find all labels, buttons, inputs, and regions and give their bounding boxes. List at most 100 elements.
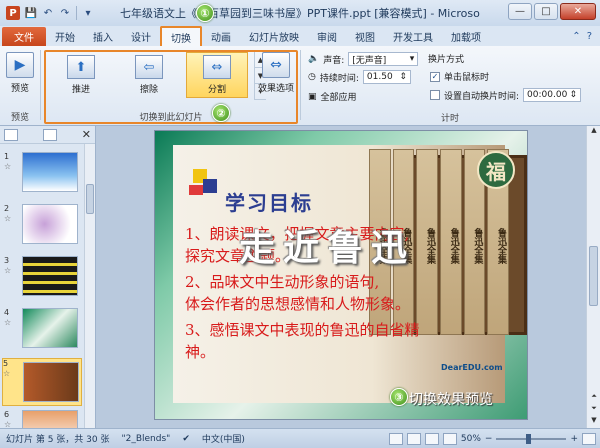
auto-advance-time-input[interactable]: 00:00.00 ⇕ bbox=[523, 88, 582, 102]
slide-count: 幻灯片 第 5 张，共 30 张 bbox=[6, 435, 110, 445]
quick-access-toolbar: P 💾 ↶ ↷ ▾ bbox=[0, 6, 94, 20]
zoom-slider[interactable] bbox=[496, 433, 567, 444]
slide-big-title: 走近鲁迅 bbox=[239, 227, 416, 269]
tab-file[interactable]: 文件 bbox=[2, 27, 46, 46]
preview-button[interactable]: ▶ 预览 bbox=[6, 52, 34, 94]
dearedu-logo: DearEDU.com bbox=[441, 363, 503, 372]
tab-view[interactable]: 视图 bbox=[346, 27, 384, 46]
animation-star-icon: ☆ bbox=[4, 318, 12, 327]
slide-text-line: 2、品味文中生动形象的语句, bbox=[185, 273, 380, 291]
tab-design[interactable]: 设计 bbox=[122, 27, 160, 46]
zoom-slider-thumb[interactable] bbox=[526, 433, 532, 444]
zoom-out-icon[interactable]: − bbox=[485, 434, 493, 444]
group-separator bbox=[300, 50, 301, 120]
next-slide-icon[interactable]: ⏷ bbox=[587, 404, 600, 416]
slide-thumbnail[interactable]: 1 ☆ bbox=[4, 152, 78, 198]
slide-thumbnail-selected[interactable]: 5 ☆ bbox=[2, 358, 82, 406]
split-icon: ⇔ bbox=[203, 55, 231, 79]
transitions-gallery: ⬆ 推进 ⇦ 擦除 ⇔ 分割 bbox=[48, 52, 254, 102]
slide-thumbnail[interactable]: 4 ☆ bbox=[4, 308, 78, 354]
scroll-down-icon[interactable]: ▼ bbox=[587, 416, 600, 428]
reading-view-button[interactable] bbox=[424, 432, 439, 445]
save-icon[interactable]: 💾 bbox=[25, 7, 37, 19]
tab-slides[interactable] bbox=[4, 128, 18, 141]
sound-row: 🔈 声音: [无声音] ▾ bbox=[308, 52, 419, 66]
language[interactable]: 中文(中国) bbox=[196, 432, 251, 445]
fu-seal-icon: 福 bbox=[477, 151, 515, 189]
transition-wipe[interactable]: ⇦ 擦除 bbox=[118, 52, 180, 98]
slide-thumbnail[interactable]: 2 ☆ bbox=[4, 204, 78, 250]
scrollbar-thumb[interactable] bbox=[589, 246, 598, 306]
redo-icon[interactable]: ↷ bbox=[59, 7, 71, 19]
customize-qat-icon[interactable]: ▾ bbox=[82, 7, 94, 19]
on-click-option[interactable]: ✓ 单击鼠标时 bbox=[430, 70, 489, 83]
decor-square bbox=[203, 179, 217, 193]
ribbon-tabs: 文件 开始 插入 设计 切换 动画 幻灯片放映 审阅 视图 开发工具 加载项 ⌃… bbox=[0, 26, 600, 46]
tab-animations[interactable]: 动画 bbox=[202, 27, 240, 46]
scrollbar-thumb[interactable] bbox=[86, 184, 94, 214]
minimize-ribbon-icon[interactable]: ⌃ bbox=[572, 31, 580, 42]
tab-slideshow[interactable]: 幻灯片放映 bbox=[240, 27, 308, 46]
slide-text-line: 体会作者的思想感情和人物形象。 bbox=[185, 295, 411, 313]
normal-view-button[interactable] bbox=[388, 432, 403, 445]
on-click-checkbox[interactable]: ✓ bbox=[430, 71, 440, 82]
clock-icon: ◷ bbox=[308, 72, 316, 82]
tab-developer[interactable]: 开发工具 bbox=[384, 27, 442, 46]
window-controls: — □ ✕ bbox=[508, 3, 596, 20]
slide-heading: 学习目标 bbox=[225, 191, 313, 215]
zoom-level[interactable]: 50% bbox=[461, 434, 481, 444]
sound-label: 声音: bbox=[323, 55, 345, 66]
callout-badge-2: ② bbox=[212, 104, 230, 122]
help-icon[interactable]: ? bbox=[587, 31, 592, 42]
tab-outline[interactable] bbox=[42, 128, 57, 141]
slide-thumbnail[interactable]: 6 ☆ bbox=[4, 410, 78, 428]
transition-split[interactable]: ⇔ 分割 bbox=[186, 52, 248, 98]
tab-insert[interactable]: 插入 bbox=[84, 27, 122, 46]
powerpoint-app-icon[interactable]: P bbox=[6, 6, 20, 20]
effect-options-button[interactable]: ⇔ 效果选项 bbox=[258, 52, 294, 94]
thumbnail-image bbox=[23, 362, 79, 402]
chevron-down-icon: ▾ bbox=[409, 54, 415, 64]
slide-vertical-scrollbar[interactable]: ▲ ⏶ ⏷ ▼ bbox=[586, 126, 600, 428]
slide-sorter-button[interactable] bbox=[406, 432, 421, 445]
work-area: ✕ 1 ☆ 2 ☆ 3 ☆ 4 ☆ 5 ☆ 6 ☆ 鲁迅全集 鲁迅全集 鲁迅全集… bbox=[0, 126, 600, 428]
tab-review[interactable]: 审阅 bbox=[308, 27, 346, 46]
tab-addins[interactable]: 加载项 bbox=[442, 27, 490, 46]
thumbnail-image bbox=[22, 308, 78, 348]
thumbnail-image bbox=[22, 204, 78, 244]
apply-all-button[interactable]: ▣ 全部应用 bbox=[308, 90, 357, 104]
duration-input[interactable]: 01.50 ⇕ bbox=[362, 70, 411, 84]
slide-canvas[interactable]: 鲁迅全集 鲁迅全集 鲁迅全集 鲁迅全集 鲁迅全集 鲁迅全集 学习目标 1、朗读课… bbox=[154, 130, 528, 420]
apply-all-icon: ▣ bbox=[308, 91, 317, 102]
callout-badge-3: ③ bbox=[390, 388, 408, 406]
zoom-in-icon[interactable]: + bbox=[570, 434, 578, 444]
auto-advance-option[interactable]: 设置自动换片时间: 00:00.00 ⇕ bbox=[430, 88, 582, 102]
book-spine: 鲁迅全集 bbox=[416, 149, 439, 335]
close-button[interactable]: ✕ bbox=[560, 3, 596, 20]
effect-options-icon: ⇔ bbox=[262, 52, 290, 78]
thumbnail-image bbox=[22, 152, 78, 192]
animation-star-icon: ☆ bbox=[3, 369, 11, 378]
close-icon[interactable]: ✕ bbox=[82, 128, 91, 141]
slide-thumbnail-pane: ✕ 1 ☆ 2 ☆ 3 ☆ 4 ☆ 5 ☆ 6 ☆ bbox=[0, 126, 96, 428]
auto-advance-checkbox[interactable] bbox=[430, 90, 440, 100]
tab-transitions[interactable]: 切换 bbox=[160, 26, 202, 46]
slide-text-line: 3、感悟课文中表现的鲁迅的自省精 bbox=[185, 321, 420, 339]
minimize-button[interactable]: — bbox=[508, 3, 532, 20]
slide-thumbnail[interactable]: 3 ☆ bbox=[4, 256, 78, 302]
scroll-up-icon[interactable]: ▲ bbox=[587, 126, 600, 138]
thumbnail-image bbox=[22, 256, 78, 296]
sound-select[interactable]: [无声音] ▾ bbox=[348, 52, 419, 66]
thumbnail-scrollbar[interactable] bbox=[84, 144, 95, 428]
maximize-button[interactable]: □ bbox=[534, 3, 558, 20]
sound-icon: 🔈 bbox=[308, 54, 320, 64]
undo-icon[interactable]: ↶ bbox=[42, 7, 54, 19]
tab-home[interactable]: 开始 bbox=[46, 27, 84, 46]
decor-square bbox=[189, 185, 203, 195]
previous-slide-icon[interactable]: ⏶ bbox=[587, 392, 600, 404]
fit-to-window-button[interactable] bbox=[582, 432, 596, 445]
transition-push[interactable]: ⬆ 推进 bbox=[50, 52, 112, 98]
spellcheck-icon[interactable]: ✔ bbox=[176, 434, 196, 444]
help-area: ⌃ ? bbox=[572, 27, 600, 46]
slideshow-button[interactable] bbox=[442, 432, 457, 445]
